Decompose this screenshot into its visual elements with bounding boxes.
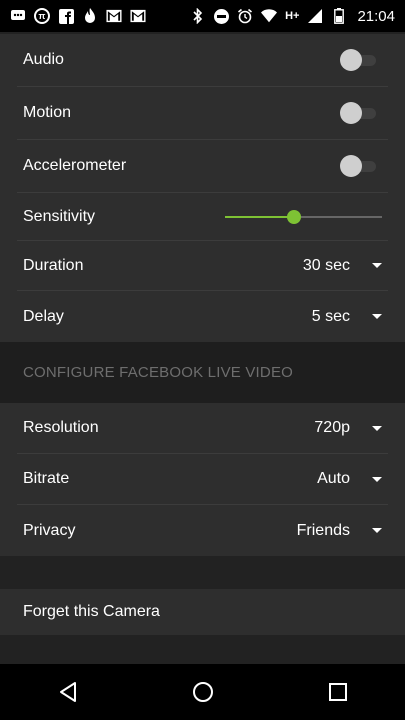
dropdown-arrow-icon [372, 263, 382, 268]
delay-label: Delay [23, 307, 64, 325]
motion-row[interactable]: Motion [17, 87, 388, 140]
sensitivity-slider[interactable] [225, 207, 382, 227]
dropdown-arrow-icon [372, 314, 382, 319]
delay-value: 5 sec [311, 307, 350, 325]
gmail-icon [106, 8, 122, 24]
facebook-settings: Resolution 720p Bitrate Auto Privacy Fri… [0, 403, 405, 556]
delay-row[interactable]: Delay 5 sec [17, 291, 388, 342]
accelerometer-row[interactable]: Accelerometer [17, 140, 388, 193]
camera-settings: Audio Motion Accelerometer Sensitivity D… [0, 34, 405, 342]
gmail-icon [130, 8, 146, 24]
bitrate-label: Bitrate [23, 470, 70, 487]
dropdown-arrow-icon [372, 476, 382, 482]
resolution-label: Resolution [23, 419, 99, 436]
pi-icon: π [34, 8, 50, 24]
resolution-dropdown[interactable]: 720p [314, 419, 382, 437]
sensitivity-label: Sensitivity [23, 207, 96, 225]
duration-value: 30 sec [302, 256, 350, 274]
resolution-value: 720p [314, 419, 350, 436]
sensitivity-row: Sensitivity [17, 193, 388, 241]
clock: 21:04 [357, 7, 395, 25]
duration-label: Duration [23, 256, 84, 274]
delay-dropdown[interactable]: 5 sec [312, 308, 382, 326]
flame-icon [82, 8, 98, 24]
dropdown-arrow-icon [372, 528, 382, 533]
privacy-row[interactable]: Privacy Friends [17, 505, 388, 556]
audio-toggle[interactable] [340, 49, 376, 71]
bluetooth-icon [190, 8, 206, 24]
facebook-section-header: CONFIGURE FACEBOOK LIVE VIDEO [0, 342, 405, 403]
forget-camera-button[interactable]: Forget this Camera [17, 589, 388, 635]
battery-icon [331, 8, 347, 24]
dropdown-arrow-icon [372, 425, 382, 431]
facebook-icon [58, 8, 74, 24]
motion-label: Motion [23, 104, 72, 121]
back-icon[interactable] [48, 672, 88, 712]
privacy-dropdown[interactable]: Friends [297, 522, 382, 540]
sensitivity-slider-handle[interactable] [287, 209, 302, 224]
messages-icon [10, 8, 26, 24]
facebook-section-title: CONFIGURE FACEBOOK LIVE VIDEO [23, 364, 294, 381]
privacy-value: Friends [296, 521, 350, 539]
status-bar: π H+ 21:04 [0, 0, 405, 32]
privacy-label: Privacy [23, 521, 76, 539]
home-icon[interactable] [183, 672, 223, 712]
motion-toggle[interactable] [340, 102, 376, 124]
accelerometer-label: Accelerometer [23, 157, 127, 174]
bitrate-dropdown[interactable]: Auto [317, 470, 382, 488]
audio-row[interactable]: Audio [17, 34, 388, 87]
forget-camera-label: Forget this Camera [23, 603, 160, 620]
resolution-row[interactable]: Resolution 720p [17, 403, 388, 454]
forget-camera-section: Forget this Camera [0, 589, 405, 635]
signal-icon [307, 8, 323, 24]
bitrate-row[interactable]: Bitrate Auto [17, 454, 388, 505]
bitrate-value: Auto [317, 470, 350, 487]
do-not-disturb-icon [214, 8, 230, 24]
network-type: H+ [285, 10, 300, 22]
wifi-icon [261, 8, 278, 24]
audio-label: Audio [23, 51, 64, 68]
duration-dropdown[interactable]: 30 sec [303, 257, 382, 275]
alarm-icon [237, 8, 253, 24]
duration-row[interactable]: Duration 30 sec [17, 241, 388, 291]
navigation-bar [0, 664, 405, 720]
recents-icon[interactable] [318, 672, 358, 712]
accelerometer-toggle[interactable] [340, 155, 376, 177]
